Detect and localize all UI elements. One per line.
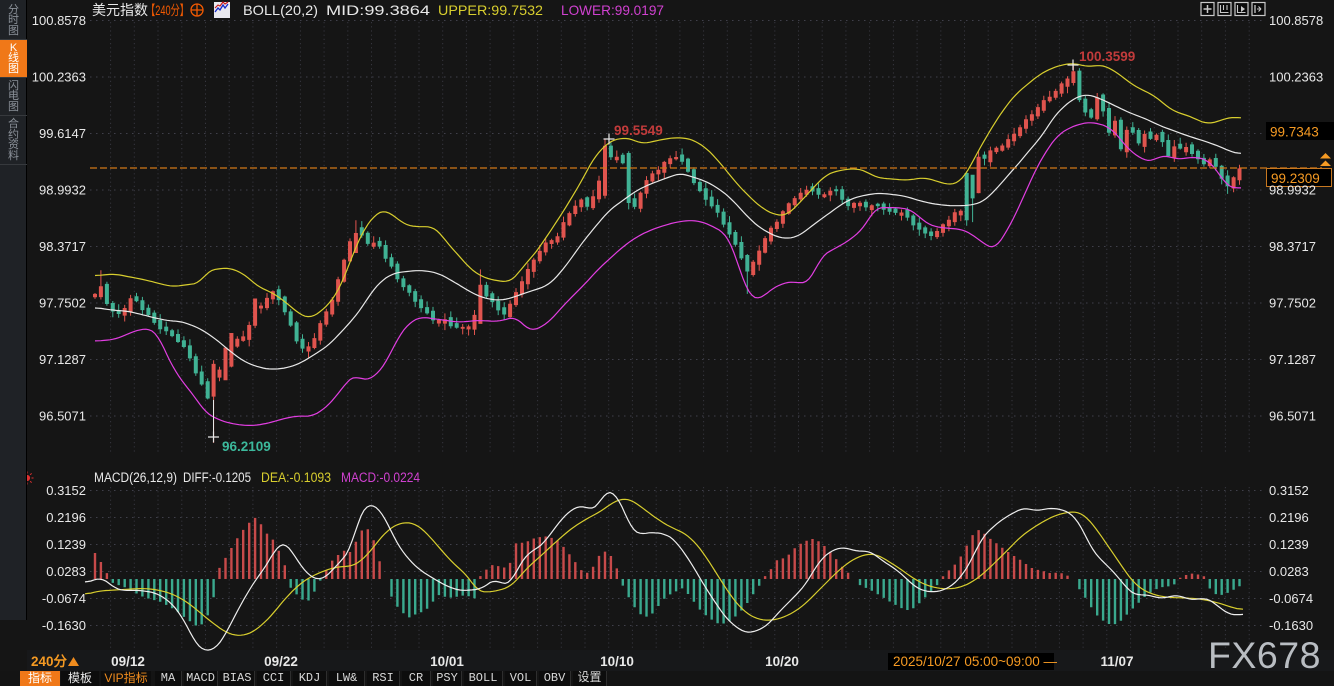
svg-text:10/10: 10/10 [600, 654, 634, 669]
svg-text:100.2363: 100.2363 [1269, 70, 1323, 85]
svg-text:0.0283: 0.0283 [46, 564, 86, 579]
svg-text:MACD:-0.0224: MACD:-0.0224 [341, 470, 420, 485]
svg-text:240分: 240分 [31, 654, 68, 669]
svg-text:09/22: 09/22 [264, 654, 298, 669]
svg-text:96.2109: 96.2109 [222, 439, 271, 454]
svg-text:98.3717: 98.3717 [1269, 239, 1316, 254]
svg-text:-0.1630: -0.1630 [1269, 618, 1313, 633]
svg-text:0.1239: 0.1239 [46, 537, 86, 552]
svg-text:UPPER:99.7532: UPPER:99.7532 [438, 2, 543, 18]
svg-text:99.5549: 99.5549 [614, 123, 663, 138]
svg-text:0.3152: 0.3152 [46, 483, 86, 498]
svg-text:97.1287: 97.1287 [39, 352, 86, 367]
svg-text:2025/10/27 05:00~09:00 —: 2025/10/27 05:00~09:00 — [893, 654, 1058, 669]
svg-text:96.5071: 96.5071 [39, 409, 86, 424]
svg-text:99.6147: 99.6147 [39, 126, 86, 141]
svg-text:MID:99.3864: MID:99.3864 [326, 2, 430, 18]
svg-text:09/12: 09/12 [111, 654, 145, 669]
svg-text:DIFF:-0.1205: DIFF:-0.1205 [183, 470, 251, 485]
svg-text:美元指数: 美元指数 [92, 2, 148, 18]
svg-text:100.8578: 100.8578 [1269, 13, 1323, 28]
svg-text:DEA:-0.1093: DEA:-0.1093 [261, 470, 331, 485]
svg-text:BOLL(20,2): BOLL(20,2) [243, 2, 318, 18]
svg-text:0.2196: 0.2196 [1269, 510, 1309, 525]
svg-text:100.8578: 100.8578 [32, 13, 86, 28]
svg-text:0.0283: 0.0283 [1269, 564, 1309, 579]
svg-text:10/20: 10/20 [765, 654, 799, 669]
svg-text:-0.0674: -0.0674 [1269, 591, 1313, 606]
svg-text:0.3152: 0.3152 [1269, 483, 1309, 498]
svg-text:10/01: 10/01 [430, 654, 464, 669]
svg-text:0.1239: 0.1239 [1269, 537, 1309, 552]
svg-text:100.3599: 100.3599 [1079, 49, 1135, 64]
svg-text:97.1287: 97.1287 [1269, 352, 1316, 367]
svg-text:-0.1630: -0.1630 [42, 618, 86, 633]
svg-text:0.2196: 0.2196 [46, 510, 86, 525]
svg-text:MACD(26,12,9): MACD(26,12,9) [94, 470, 177, 485]
svg-text:100.2363: 100.2363 [32, 70, 86, 85]
svg-text:98.9932: 98.9932 [39, 183, 86, 198]
svg-text:FX678: FX678 [1208, 634, 1321, 676]
svg-text:LOWER:99.0197: LOWER:99.0197 [561, 2, 664, 18]
svg-text:99.7343: 99.7343 [1270, 125, 1319, 140]
svg-text:99.2309: 99.2309 [1271, 171, 1320, 186]
svg-text:【240分】: 【240分】 [146, 3, 189, 18]
svg-text:97.7502: 97.7502 [1269, 296, 1316, 311]
svg-text:-0.0674: -0.0674 [42, 591, 86, 606]
svg-text:11/07: 11/07 [1100, 654, 1133, 669]
svg-text:97.7502: 97.7502 [39, 296, 86, 311]
svg-text:98.3717: 98.3717 [39, 239, 86, 254]
svg-text:96.5071: 96.5071 [1269, 409, 1316, 424]
